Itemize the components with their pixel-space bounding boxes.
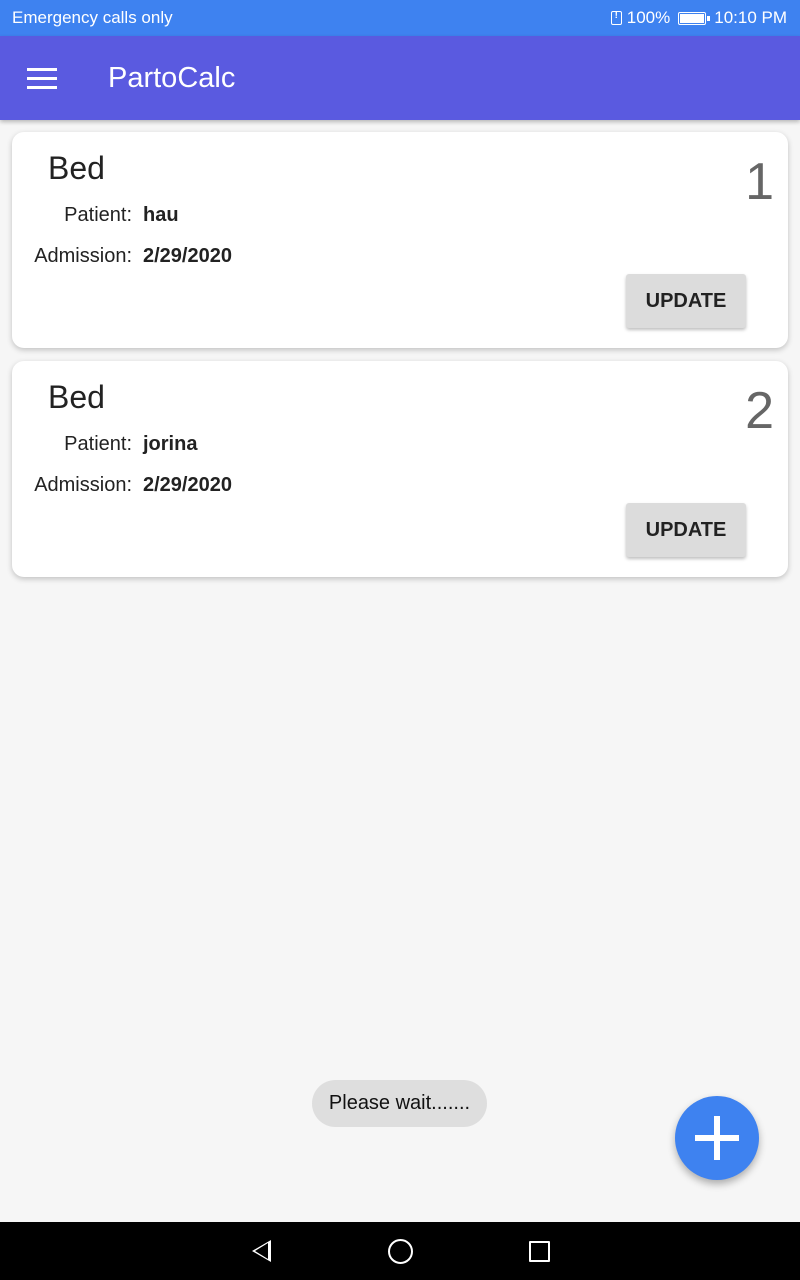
patient-label: Patient:	[64, 204, 132, 226]
alert-battery-icon	[610, 10, 622, 25]
plus-icon	[695, 1116, 739, 1160]
toast-message: Please wait.......	[312, 1080, 487, 1127]
bed-title: Bed	[48, 379, 105, 415]
status-bar: Emergency calls only 100% 10:10 PM	[0, 0, 800, 36]
add-bed-button[interactable]	[675, 1096, 759, 1180]
update-button[interactable]: UPDATE	[626, 274, 746, 328]
admission-label: Admission:	[34, 474, 132, 496]
battery-percent: 100%	[626, 8, 671, 27]
back-button[interactable]	[221, 1222, 301, 1280]
menu-button[interactable]	[12, 48, 72, 108]
recents-icon	[528, 1240, 550, 1262]
bed-number: 1	[745, 153, 774, 211]
status-indicators: 100% 10:10 PM	[610, 8, 787, 28]
home-button[interactable]	[360, 1222, 440, 1280]
bed-card[interactable]: Bed 1 Patient: hau Admission: 2/29/2020 …	[12, 132, 788, 348]
app-bar: PartoCalc	[0, 36, 800, 120]
app-title: PartoCalc	[108, 61, 236, 94]
bed-title: Bed	[48, 150, 105, 186]
battery-icon	[678, 11, 711, 25]
patient-label: Patient:	[64, 433, 132, 455]
carrier-text: Emergency calls only	[12, 8, 173, 27]
patient-name: hau	[143, 204, 179, 226]
admission-date: 2/29/2020	[143, 245, 232, 267]
bed-card[interactable]: Bed 2 Patient: jorina Admission: 2/29/20…	[12, 361, 788, 577]
patient-name: jorina	[143, 433, 198, 455]
clock: 10:10 PM	[714, 8, 787, 27]
admission-label: Admission:	[34, 245, 132, 267]
navigation-bar	[0, 1222, 800, 1280]
recents-button[interactable]	[499, 1222, 579, 1280]
update-button[interactable]: UPDATE	[626, 503, 746, 557]
back-icon	[251, 1240, 271, 1262]
bed-number: 2	[745, 382, 774, 440]
admission-date: 2/29/2020	[143, 474, 232, 496]
hamburger-menu-icon	[27, 67, 57, 89]
home-icon	[387, 1238, 413, 1264]
